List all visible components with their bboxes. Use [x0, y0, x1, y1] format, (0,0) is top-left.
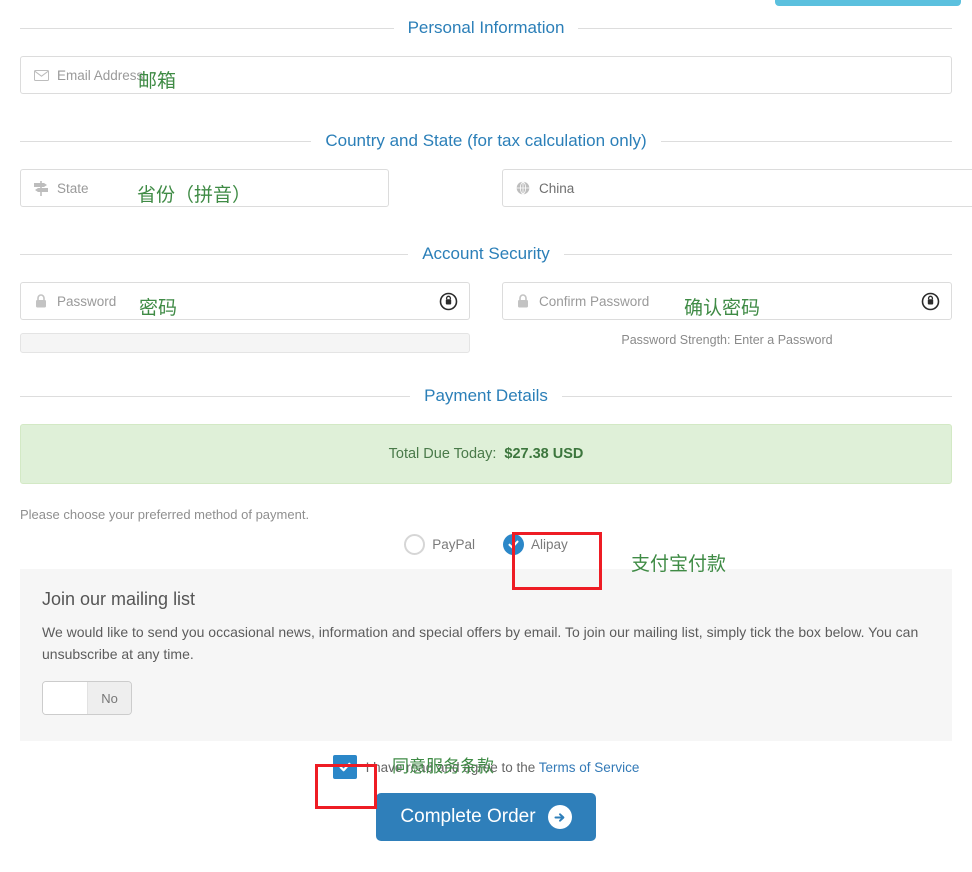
mailing-list-title: Join our mailing list: [42, 589, 930, 610]
toggle-value-label: No: [88, 682, 131, 714]
toggle-knob: [43, 682, 88, 714]
terms-label: I have read and agree to the Terms of Se…: [366, 760, 640, 775]
section-header-personal-information: Personal Information: [0, 14, 972, 44]
total-due-amount: $27.38 USD: [504, 446, 583, 462]
country-value: China: [539, 181, 574, 196]
payment-option-paypal[interactable]: PayPal: [390, 534, 489, 555]
payment-method-hint: Please choose your preferred method of p…: [0, 507, 972, 522]
radio-unselected-icon[interactable]: [404, 534, 425, 555]
section-header-payment-details: Payment Details: [0, 382, 972, 412]
mailing-list-body: We would like to send you occasional new…: [42, 622, 930, 665]
password-strength-row: Password Strength: Enter a Password: [0, 333, 972, 353]
password-row: Password Confirm Password: [0, 282, 972, 320]
payment-option-label: Alipay: [531, 537, 568, 552]
section-title: Account Security: [408, 240, 564, 268]
mailing-list-panel: Join our mailing list We would like to s…: [20, 569, 952, 741]
section-header-account-security: Account Security: [0, 240, 972, 270]
mailing-list-toggle[interactable]: No: [42, 681, 132, 715]
state-field[interactable]: State: [20, 169, 389, 207]
lock-icon: [31, 294, 51, 308]
password-strength-label: Password Strength: Enter a Password: [502, 333, 952, 347]
envelope-icon: [31, 70, 51, 81]
email-placeholder: Email Address: [57, 68, 143, 83]
checkout-form: Personal Information Email Address Count…: [0, 0, 972, 841]
state-placeholder: State: [57, 181, 89, 196]
submit-row: Complete Order: [0, 793, 972, 841]
section-header-country-state: Country and State (for tax calculation o…: [0, 127, 972, 157]
confirm-password-field[interactable]: Confirm Password: [502, 282, 952, 320]
terms-of-service-link[interactable]: Terms of Service: [539, 760, 640, 775]
email-field[interactable]: Email Address: [20, 56, 952, 94]
lock-icon: [513, 294, 533, 308]
arrow-right-circle-icon: [548, 805, 572, 829]
total-due-box: Total Due Today: $27.38 USD: [20, 424, 952, 484]
generate-password-icon[interactable]: [919, 290, 941, 312]
complete-order-label: Complete Order: [400, 806, 535, 828]
confirm-password-placeholder: Confirm Password: [539, 294, 649, 309]
payment-method-options: PayPal Alipay: [0, 534, 972, 555]
payment-option-label: PayPal: [432, 537, 475, 552]
payment-option-alipay[interactable]: Alipay: [489, 534, 582, 555]
section-title: Country and State (for tax calculation o…: [311, 127, 660, 155]
terms-checkbox[interactable]: [333, 755, 357, 779]
complete-order-button[interactable]: Complete Order: [376, 793, 595, 841]
email-row: Email Address: [0, 56, 972, 94]
terms-text: I have read and agree to the: [366, 760, 539, 775]
section-title: Payment Details: [410, 382, 562, 410]
section-title: Personal Information: [394, 14, 579, 42]
country-field[interactable]: China: [502, 169, 972, 207]
generate-password-icon[interactable]: [437, 290, 459, 312]
password-placeholder: Password: [57, 294, 116, 309]
password-field[interactable]: Password: [20, 282, 470, 320]
radio-selected-check-icon[interactable]: [503, 534, 524, 555]
globe-icon: [513, 181, 533, 195]
total-due-label: Total Due Today:: [389, 446, 497, 462]
password-strength-meter: [20, 333, 470, 353]
map-signs-icon: [31, 181, 51, 196]
terms-of-service-row: I have read and agree to the Terms of Se…: [0, 755, 972, 779]
country-state-row: State China: [0, 169, 972, 207]
